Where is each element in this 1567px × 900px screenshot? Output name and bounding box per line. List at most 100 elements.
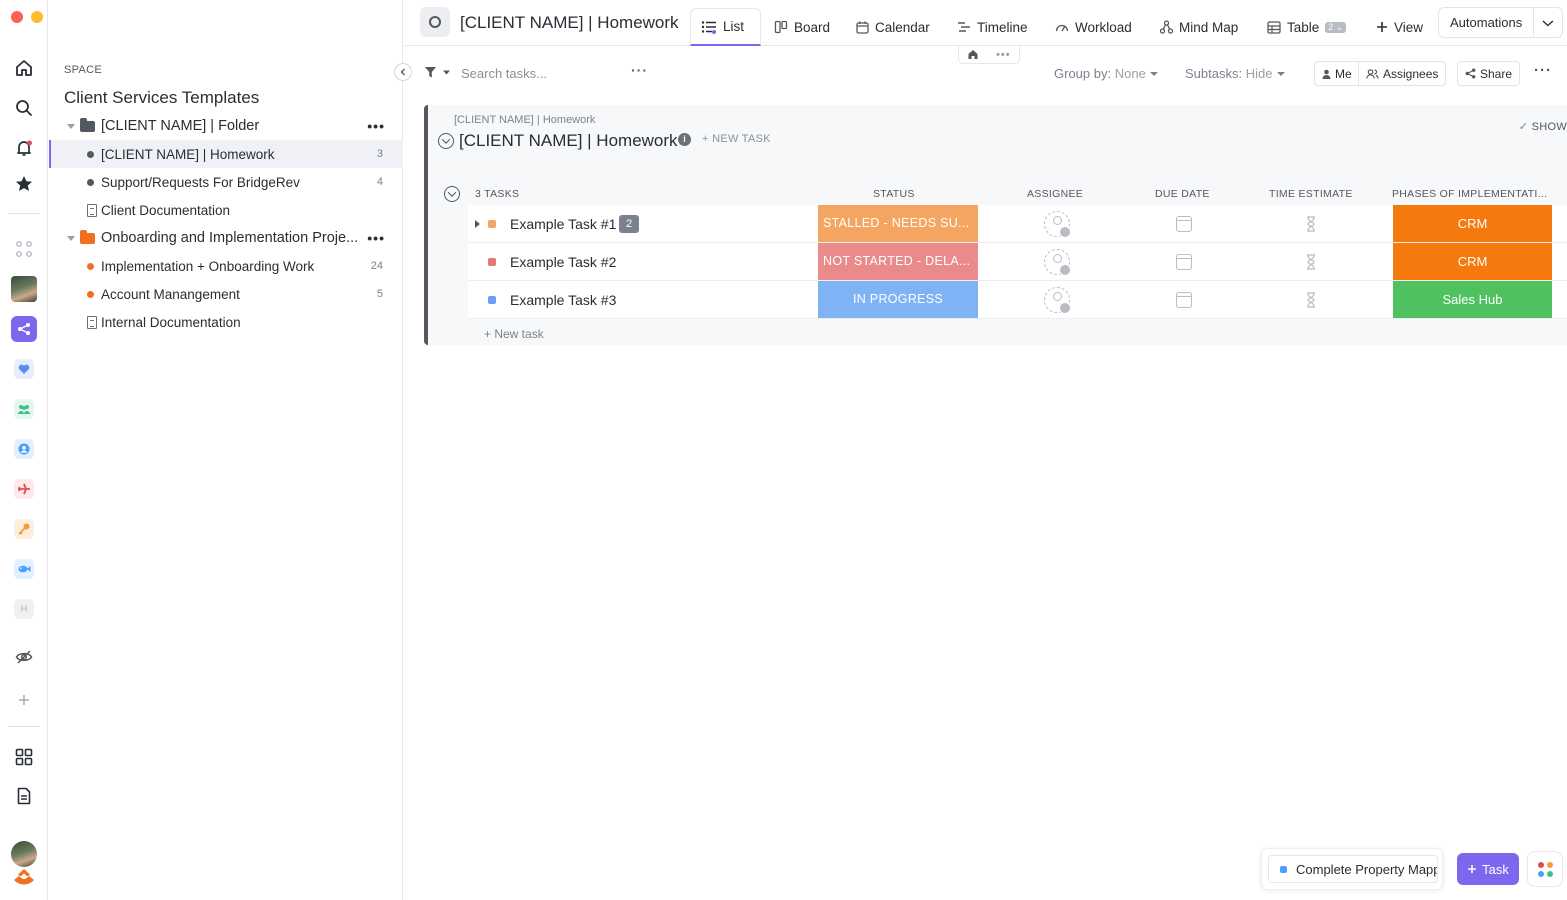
tray-task-chip[interactable]: Complete Property Mapp <box>1261 848 1443 890</box>
subtask-count-badge[interactable]: 2 <box>619 215 639 233</box>
sidebar-item-client-documentation[interactable]: Client Documentation <box>49 196 403 224</box>
tab-calendar[interactable]: Calendar <box>846 8 940 46</box>
tab-board[interactable]: Board <box>764 8 840 46</box>
folder-client-name[interactable]: [CLIENT NAME] | Folder ••• <box>49 112 403 140</box>
search-input[interactable] <box>461 64 621 82</box>
column-header-status[interactable]: STATUS <box>873 188 915 200</box>
tab-workload[interactable]: Workload <box>1045 8 1142 46</box>
phase-cell[interactable]: CRM <box>1393 205 1552 242</box>
space-plane-icon[interactable] <box>10 475 38 503</box>
column-header-assignee[interactable]: ASSIGNEE <box>1027 188 1083 200</box>
assignee-add-icon[interactable] <box>1044 287 1071 314</box>
more-options-icon[interactable]: ••• <box>367 230 385 246</box>
close-window-button[interactable] <box>11 11 23 23</box>
due-date-calendar-icon[interactable] <box>1176 292 1192 308</box>
share-button[interactable]: Share <box>1457 61 1521 86</box>
expand-subtasks-icon[interactable] <box>475 220 480 228</box>
show-button[interactable]: ✓ SHOW <box>1519 120 1567 133</box>
more-options-icon[interactable]: ••• <box>996 49 1011 61</box>
clickup-logo-icon[interactable] <box>10 862 38 890</box>
info-icon[interactable]: i <box>678 133 691 146</box>
more-options-icon[interactable]: ··· <box>631 62 648 78</box>
folder-caret-icon[interactable] <box>67 123 75 129</box>
new-task-row[interactable]: + New task <box>484 327 544 341</box>
table-row[interactable]: Example Task #1 2 STALLED - NEEDS SU... … <box>468 205 1567 243</box>
dashboard-icon[interactable] <box>10 743 38 771</box>
subtasks-dropdown[interactable]: Subtasks: Hide <box>1185 66 1286 81</box>
automations-button[interactable]: Automations <box>1438 7 1563 38</box>
home-icon[interactable] <box>967 49 979 60</box>
plus-icon[interactable] <box>10 686 38 714</box>
status-square-icon[interactable] <box>488 258 496 266</box>
eye-off-icon[interactable] <box>10 643 38 671</box>
collapse-list-icon[interactable] <box>438 133 454 149</box>
chevron-down-icon[interactable] <box>1534 17 1562 29</box>
sidebar-item-homework[interactable]: [CLIENT NAME] | Homework 3 <box>49 140 403 168</box>
list-breadcrumb[interactable]: [CLIENT NAME] | Homework <box>454 114 595 126</box>
due-date-calendar-icon[interactable] <box>1176 254 1192 270</box>
tab-list[interactable]: List <box>690 8 761 46</box>
space-key-icon[interactable] <box>10 515 38 543</box>
collapse-group-icon[interactable] <box>444 186 460 202</box>
list-status-icon[interactable] <box>420 7 450 37</box>
hourglass-icon[interactable] <box>1306 292 1316 308</box>
sidebar-item-account-management[interactable]: Account Manangement 5 <box>49 280 403 308</box>
status-cell[interactable]: IN PROGRESS <box>818 281 978 318</box>
assignee-add-icon[interactable] <box>1044 249 1071 276</box>
status-square-icon[interactable] <box>488 220 496 228</box>
status-cell[interactable]: STALLED - NEEDS SU... <box>818 205 978 242</box>
group-by-dropdown[interactable]: Group by: None <box>1054 66 1159 81</box>
task-name[interactable]: Example Task #3 <box>510 292 616 308</box>
new-task-button[interactable]: Task <box>1457 853 1519 885</box>
assignee-add-icon[interactable] <box>1044 211 1071 238</box>
column-header-time-estimate[interactable]: TIME ESTIMATE <box>1269 188 1353 200</box>
space-share-icon[interactable] <box>10 315 38 343</box>
home-icon[interactable] <box>10 54 38 82</box>
workspace-avatar[interactable] <box>10 275 38 303</box>
space-fish-icon[interactable] <box>10 555 38 583</box>
column-header-phases[interactable]: PHASES OF IMPLEMENTATI... <box>1392 188 1547 200</box>
more-options-icon[interactable]: ··· <box>1534 62 1552 79</box>
list-title[interactable]: [CLIENT NAME] | Homework <box>459 131 678 151</box>
apps-grid-icon[interactable] <box>10 235 38 263</box>
tab-table[interactable]: Table 2 ⌄ <box>1257 8 1356 46</box>
hourglass-icon[interactable] <box>1306 254 1316 270</box>
me-filter-button[interactable]: Me <box>1314 61 1360 86</box>
tab-timeline[interactable]: Timeline <box>947 8 1038 46</box>
phase-cell[interactable]: CRM <box>1393 243 1552 280</box>
space-user-circle-icon[interactable] <box>10 435 38 463</box>
sidebar-item-implementation[interactable]: Implementation + Onboarding Work 24 <box>49 252 403 280</box>
table-row[interactable]: Example Task #2 NOT STARTED - DELA... CR… <box>468 243 1567 281</box>
due-date-calendar-icon[interactable] <box>1176 216 1192 232</box>
apps-launcher-icon[interactable] <box>1527 851 1563 887</box>
hourglass-icon[interactable] <box>1306 216 1316 232</box>
assignees-filter-button[interactable]: Assignees <box>1358 61 1447 86</box>
new-task-link[interactable]: + NEW TASK <box>702 133 771 145</box>
phase-cell[interactable]: Sales Hub <box>1393 281 1552 318</box>
status-cell[interactable]: NOT STARTED - DELA... <box>818 243 978 280</box>
table-row[interactable]: Example Task #3 IN PROGRESS Sales Hub <box>468 281 1567 319</box>
space-title[interactable]: Client Services Templates <box>64 88 259 108</box>
star-icon[interactable] <box>10 170 38 198</box>
collapse-sidebar-button[interactable] <box>394 63 412 81</box>
tab-mind-map[interactable]: Mind Map <box>1150 8 1248 46</box>
space-h-icon[interactable]: H <box>10 595 38 623</box>
sidebar-item-internal-documentation[interactable]: Internal Documentation <box>49 308 403 336</box>
page-title[interactable]: [CLIENT NAME] | Homework <box>460 13 679 33</box>
filter-icon[interactable] <box>424 66 452 79</box>
space-heart-icon[interactable] <box>10 355 38 383</box>
sidebar-item-support-requests[interactable]: Support/Requests For BridgeRev 4 <box>49 168 403 196</box>
space-people-icon[interactable] <box>10 395 38 423</box>
status-square-icon[interactable] <box>488 296 496 304</box>
more-options-icon[interactable]: ••• <box>367 118 385 134</box>
home-breadcrumb-tab[interactable]: ••• <box>958 46 1020 64</box>
column-header-due-date[interactable]: DUE DATE <box>1155 188 1210 200</box>
docs-icon[interactable] <box>10 782 38 810</box>
bell-icon[interactable] <box>10 134 38 162</box>
add-view-button[interactable]: View <box>1366 8 1433 46</box>
task-name[interactable]: Example Task #1 <box>510 216 616 232</box>
folder-onboarding[interactable]: Onboarding and Implementation Proje... •… <box>49 224 403 252</box>
task-name[interactable]: Example Task #2 <box>510 254 616 270</box>
minimize-window-button[interactable] <box>31 11 43 23</box>
folder-caret-icon[interactable] <box>67 235 75 241</box>
